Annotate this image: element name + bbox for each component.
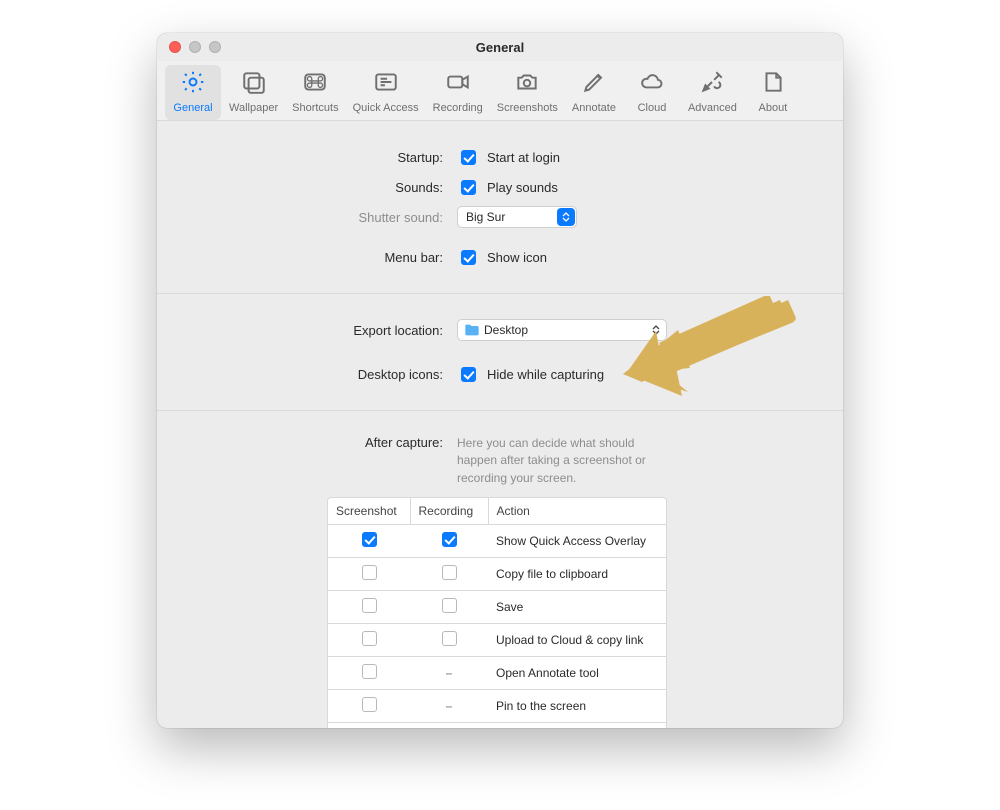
table-row[interactable]: –Open Video Editor [328,723,666,728]
command-icon [302,69,328,100]
tab-recording[interactable]: Recording [427,65,489,120]
action-cell: Open Annotate tool [488,657,666,690]
recording-checkbox-row-0[interactable] [442,532,457,547]
play-sounds-text: Play sounds [487,180,558,195]
menubar-label: Menu bar: [157,250,457,265]
section-after-capture: After capture: Here you can decide what … [157,411,843,728]
tab-cloud[interactable]: Cloud [624,65,680,120]
screenshot-checkbox-row-4[interactable] [362,664,377,679]
screenshot-checkbox-row-2[interactable] [362,598,377,613]
pencil-icon [581,69,607,100]
action-cell: Copy file to clipboard [488,558,666,591]
after-capture-hint: Here you can decide what should happen a… [457,435,657,487]
action-cell: Open Video Editor [488,723,666,728]
table-row[interactable]: Save [328,591,666,624]
startup-label: Startup: [157,150,457,165]
close-icon[interactable] [169,41,181,53]
content: Startup: Start at login Sounds: Play sou… [157,121,843,728]
table-row[interactable]: Show Quick Access Overlay [328,525,666,558]
traffic-lights [169,41,221,53]
action-cell: Pin to the screen [488,690,666,723]
start-at-login-checkbox[interactable] [461,150,476,165]
tools-icon [699,69,725,100]
tab-annotate[interactable]: Annotate [566,65,622,120]
tab-screenshots[interactable]: Screenshots [491,65,564,120]
show-icon-checkbox[interactable] [461,250,476,265]
recording-checkbox-row-1[interactable] [442,565,457,580]
section-export: Export location: Desktop Desktop icons: … [157,294,843,411]
select-arrows-icon [647,321,665,339]
table-row[interactable]: Upload to Cloud & copy link [328,624,666,657]
folder-icon [464,323,480,337]
table-row[interactable]: Copy file to clipboard [328,558,666,591]
tab-advanced[interactable]: Advanced [682,65,743,120]
recording-checkbox-row-2[interactable] [442,598,457,613]
cloud-icon [639,69,665,100]
th-recording[interactable]: Recording [410,498,488,525]
hide-while-capturing-text: Hide while capturing [487,367,604,382]
window-title: General [476,40,524,55]
dash-icon: – [446,699,453,713]
tab-about[interactable]: About [745,65,801,120]
minimize-icon[interactable] [189,41,201,53]
action-cell: Upload to Cloud & copy link [488,624,666,657]
titlebar: General [157,33,843,61]
shutter-sound-label: Shutter sound: [157,210,457,225]
after-capture-table: Screenshot Recording Action Show Quick A… [327,497,667,728]
action-cell: Save [488,591,666,624]
tab-quick-access[interactable]: Quick Access [347,65,425,120]
tab-shortcuts[interactable]: Shortcuts [286,65,344,120]
dash-icon: – [446,666,453,680]
screenshot-checkbox-row-0[interactable] [362,532,377,547]
select-arrows-icon [557,208,575,226]
zoom-icon[interactable] [209,41,221,53]
show-icon-text: Show icon [487,250,547,265]
gear-icon [180,69,206,100]
desktop-icons-label: Desktop icons: [157,367,457,382]
section-basic: Startup: Start at login Sounds: Play sou… [157,121,843,294]
shutter-sound-select[interactable]: Big Sur [457,206,577,228]
export-location-label: Export location: [157,323,457,338]
camera-icon [514,69,540,100]
tab-wallpaper[interactable]: Wallpaper [223,65,284,120]
screenshot-checkbox-row-5[interactable] [362,697,377,712]
th-action[interactable]: Action [488,498,666,525]
after-capture-label: After capture: [157,435,457,450]
quickaccess-icon [373,69,399,100]
table-row[interactable]: – Pin to the screen [328,690,666,723]
prefs-toolbar: General Wallpaper Shortcuts Quick Access [157,61,843,121]
hide-while-capturing-checkbox[interactable] [461,367,476,382]
play-sounds-checkbox[interactable] [461,180,476,195]
th-screenshot[interactable]: Screenshot [328,498,410,525]
action-cell: Show Quick Access Overlay [488,525,666,558]
recording-checkbox-row-3[interactable] [442,631,457,646]
tab-general[interactable]: General [165,65,221,120]
start-at-login-text: Start at login [487,150,560,165]
screenshot-checkbox-row-1[interactable] [362,565,377,580]
wallpaper-icon [241,69,267,100]
table-row[interactable]: – Open Annotate tool [328,657,666,690]
video-camera-icon [445,69,471,100]
about-icon [760,69,786,100]
screenshot-checkbox-row-3[interactable] [362,631,377,646]
preferences-window: General General Wallpaper Shortcuts [157,33,843,728]
sounds-label: Sounds: [157,180,457,195]
export-location-select[interactable]: Desktop [457,319,667,341]
